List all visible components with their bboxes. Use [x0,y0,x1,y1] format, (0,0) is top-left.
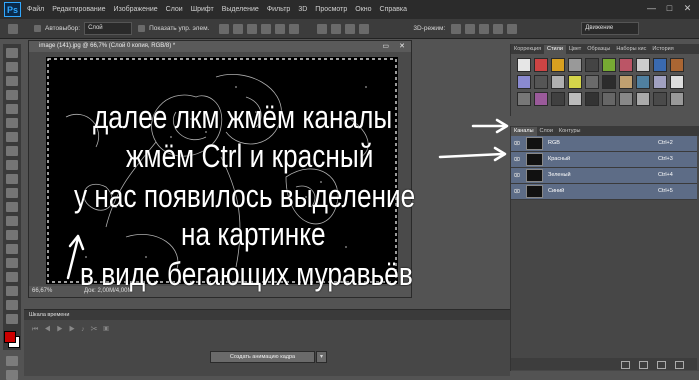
overlay-text-line4: на картинке [181,216,326,252]
overlay-text-line2: жмём Ctrl и красный [126,138,374,174]
overlay-text-line5: в виде бегающих муравьёв [80,256,413,292]
arrow-right-icon [438,152,505,159]
overlay-text-line3: у нас появилось выделение [74,178,416,214]
overlay-text-line1: далее лкм жмём каналы [93,99,393,135]
